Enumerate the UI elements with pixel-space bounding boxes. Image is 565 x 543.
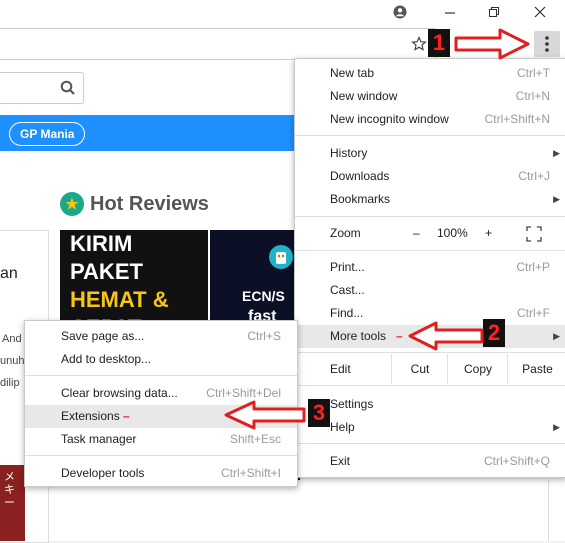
menu-separator [295, 250, 565, 251]
menu-separator [25, 375, 297, 376]
menu-separator [25, 455, 297, 456]
menu-item-print[interactable]: Print... Ctrl+P [295, 256, 565, 279]
star-badge-icon: ★ [60, 192, 84, 216]
step-badge-2: 2 [483, 319, 505, 347]
promo-line: HEMAT & [70, 287, 169, 312]
search-icon [60, 80, 75, 95]
paste-button[interactable]: Paste [507, 354, 565, 384]
menu-item-zoom: Zoom – 100% + [295, 222, 565, 245]
menu-item-exit[interactable]: Exit Ctrl+Shift+Q [295, 450, 565, 473]
promo-line: ECN/S [242, 288, 285, 304]
menu-separator [295, 443, 565, 444]
card-text-fragment: dilip [0, 377, 20, 389]
menu-item-downloads[interactable]: Downloads Ctrl+J [295, 165, 565, 188]
submenu-arrow-icon: ▶ [553, 331, 560, 341]
copy-button[interactable]: Copy [447, 354, 508, 384]
annotation-marker: – [123, 409, 130, 423]
step-badge-3: 3 [308, 399, 330, 427]
zoom-level: 100% [437, 226, 468, 240]
menu-separator [295, 216, 565, 217]
menu-item-edit: Edit Cut Copy Paste [295, 354, 565, 384]
chrome-main-menu: New tab Ctrl+T New window Ctrl+N New incog… [294, 58, 565, 478]
section-title: Hot Reviews [90, 192, 209, 215]
arrow-left-annotation [224, 400, 306, 430]
promo-line: KIRIM [70, 231, 133, 256]
card-text-fragment: And [2, 333, 22, 345]
page-panel [296, 480, 549, 541]
arrow-right-annotation [454, 28, 530, 60]
site-search-input[interactable] [0, 72, 84, 104]
menu-separator [295, 352, 565, 353]
zoom-out-button[interactable]: – [413, 222, 420, 245]
submenu-item-task-manager[interactable]: Task manager Shift+Esc [25, 428, 297, 451]
card-text-fragment: unuh [0, 355, 25, 367]
menu-item-cast[interactable]: Cast... [295, 279, 565, 302]
menu-item-new-incognito[interactable]: New incognito window Ctrl+Shift+N [295, 108, 565, 131]
section-heading: ★ Hot Reviews [60, 192, 209, 216]
menu-separator [295, 135, 565, 136]
thumbnail-text: メキー [4, 471, 15, 509]
zoom-in-button[interactable]: + [485, 222, 492, 245]
menu-item-settings[interactable]: Settings [295, 393, 565, 416]
card-text-fragment: an [0, 265, 18, 282]
menu-item-help[interactable]: Help ▶ [295, 416, 565, 439]
annotation-marker: – [396, 329, 403, 343]
promo-line: PAKET [70, 259, 143, 284]
menu-item-bookmarks[interactable]: Bookmarks ▶ [295, 188, 565, 211]
address-bar[interactable] [0, 28, 436, 60]
restore-icon[interactable] [474, 0, 514, 24]
menu-item-new-tab[interactable]: New tab Ctrl+T [295, 62, 565, 85]
star-icon[interactable] [408, 33, 430, 55]
step-badge-1: 1 [428, 29, 450, 57]
fullscreen-icon[interactable] [526, 226, 542, 242]
submenu-item-developer-tools[interactable]: Developer tools Ctrl+Shift+I [25, 462, 297, 485]
submenu-arrow-icon: ▶ [553, 148, 560, 158]
menu-item-new-window[interactable]: New window Ctrl+N [295, 85, 565, 108]
close-icon[interactable] [520, 0, 560, 24]
thumbnail-image[interactable]: メキー [0, 465, 25, 541]
robot-icon [269, 245, 293, 269]
nav-chip-gp-mania[interactable]: GP Mania [9, 122, 86, 146]
arrow-left-annotation [408, 321, 484, 351]
profile-icon[interactable] [380, 0, 420, 24]
cut-button[interactable]: Cut [391, 354, 448, 384]
submenu-arrow-icon: ▶ [553, 422, 560, 432]
submenu-arrow-icon: ▶ [553, 194, 560, 204]
kebab-icon[interactable] [534, 31, 560, 57]
menu-separator [295, 385, 565, 386]
submenu-item-add-to-desktop[interactable]: Add to desktop... [25, 348, 297, 371]
minimize-icon[interactable] [430, 0, 470, 24]
menu-item-history[interactable]: History ▶ [295, 142, 565, 165]
submenu-item-save-page[interactable]: Save page as... Ctrl+S [25, 325, 297, 348]
